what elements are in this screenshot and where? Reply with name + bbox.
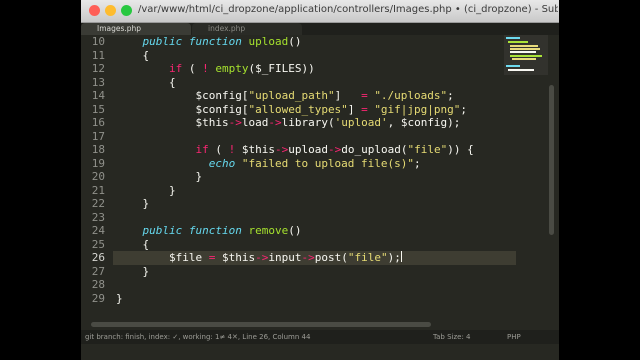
punctuation: ( bbox=[182, 62, 203, 75]
method: post( bbox=[314, 251, 348, 264]
punctuation: ; bbox=[447, 89, 454, 102]
brace: } bbox=[142, 197, 150, 210]
punctuation: , $config); bbox=[387, 116, 461, 129]
code-editor[interactable]: 10 11 12 13 14 15 16 17 18 19 20 21 22 2… bbox=[81, 35, 559, 324]
brace: } bbox=[116, 291, 123, 305]
tab-images-php[interactable]: Images.php bbox=[81, 23, 191, 35]
brace: { bbox=[168, 75, 176, 89]
horizontal-scrollbar-thumb[interactable] bbox=[91, 322, 431, 327]
vertical-scrollbar[interactable] bbox=[548, 35, 555, 324]
title-bar: /var/www/html/ci_dropzone/application/co… bbox=[81, 0, 559, 23]
operator: = bbox=[361, 102, 368, 116]
variable: $config[ bbox=[195, 89, 249, 102]
punctuation: ; bbox=[414, 156, 421, 170]
punctuation: )) { bbox=[447, 143, 474, 156]
code-line-current: $file = $this->input->post("file"); bbox=[113, 251, 516, 265]
close-window-button[interactable] bbox=[89, 5, 100, 16]
method: do_upload( bbox=[341, 143, 408, 156]
code-line: { bbox=[116, 76, 176, 90]
string: "allowed_types" bbox=[248, 102, 348, 116]
window-title: /var/www/html/ci_dropzone/application/co… bbox=[138, 4, 558, 15]
code-line: public function upload() bbox=[116, 35, 302, 49]
operator: -> bbox=[228, 116, 242, 129]
code-line: { bbox=[116, 48, 150, 63]
keyword: public bbox=[142, 35, 183, 48]
variable: $file bbox=[168, 251, 209, 264]
keyword: function bbox=[188, 35, 242, 48]
variable: $config[ bbox=[195, 102, 249, 116]
keyword-if: if bbox=[168, 62, 183, 75]
variable: $this bbox=[215, 251, 256, 264]
punctuation: ($_FILES)) bbox=[248, 62, 315, 75]
operator: -> bbox=[274, 143, 289, 156]
minimize-window-button[interactable] bbox=[105, 5, 116, 16]
tab-bar: Images.php index.php bbox=[81, 23, 559, 35]
punctuation: ( bbox=[208, 143, 229, 156]
punctuation: ] bbox=[347, 102, 362, 116]
brace: } bbox=[142, 264, 150, 278]
code-line: } bbox=[116, 184, 176, 198]
string: "gif|jpg|png" bbox=[374, 102, 461, 116]
function-name: remove bbox=[248, 224, 289, 237]
operator: -> bbox=[255, 251, 269, 264]
code-line: $config["allowed_types"] = "gif|jpg|png"… bbox=[116, 103, 467, 117]
vertical-scrollbar-thumb[interactable] bbox=[549, 85, 554, 235]
operator: -> bbox=[268, 116, 282, 129]
string: "upload_path" bbox=[248, 89, 335, 102]
code-line: } bbox=[116, 170, 202, 184]
keyword-if: if bbox=[195, 143, 209, 156]
keyword: function bbox=[188, 224, 242, 237]
function-name: upload bbox=[248, 35, 289, 48]
operator: = bbox=[361, 89, 368, 102]
code-line: { bbox=[116, 237, 150, 252]
operator: -> bbox=[301, 251, 315, 264]
string: 'upload' bbox=[334, 116, 388, 129]
method: library( bbox=[281, 116, 335, 129]
punctuation: () bbox=[288, 35, 302, 48]
string: "file" bbox=[347, 251, 388, 264]
status-tab-size[interactable]: Tab Size: 4 bbox=[433, 330, 470, 344]
minimap[interactable] bbox=[504, 35, 550, 105]
operator: -> bbox=[327, 143, 342, 156]
sublime-window: /var/www/html/ci_dropzone/application/co… bbox=[81, 0, 559, 360]
punctuation: ] bbox=[334, 89, 362, 102]
zoom-window-button[interactable] bbox=[121, 5, 132, 16]
brace: } bbox=[168, 183, 176, 197]
brace: { bbox=[142, 48, 150, 62]
punctuation: ); bbox=[387, 251, 401, 264]
brace: { bbox=[142, 237, 150, 251]
code-line: if ( ! empty($_FILES)) bbox=[116, 62, 315, 76]
string: "failed to upload file(s)" bbox=[241, 156, 415, 170]
code-line: echo "failed to upload file(s)"; bbox=[116, 157, 421, 171]
code-line: } bbox=[116, 197, 150, 211]
horizontal-scrollbar[interactable] bbox=[81, 321, 559, 328]
variable: $this bbox=[235, 143, 275, 156]
status-bar: git branch: finish, index: ✓, working: 1… bbox=[81, 330, 559, 344]
string: "file" bbox=[407, 143, 448, 156]
string: "./uploads" bbox=[374, 89, 448, 102]
code-line: $this->load->library('upload', $config); bbox=[116, 116, 460, 130]
punctuation: () bbox=[288, 224, 302, 237]
status-git-position: git branch: finish, index: ✓, working: 1… bbox=[85, 333, 311, 341]
code-line: public function remove() bbox=[116, 224, 302, 238]
brace: } bbox=[195, 170, 203, 183]
punctuation: ; bbox=[460, 102, 468, 116]
text-cursor bbox=[400, 251, 402, 262]
property: load bbox=[241, 116, 269, 129]
keyword-echo: echo bbox=[208, 156, 236, 170]
property: upload bbox=[288, 143, 328, 156]
code-area[interactable]: public function upload() { if ( ! empty(… bbox=[81, 35, 559, 324]
property: input bbox=[268, 251, 302, 264]
operator: ! bbox=[202, 62, 209, 75]
code-line: if ( ! $this->upload->do_upload("file"))… bbox=[116, 143, 474, 157]
code-line: $config["upload_path"] = "./uploads"; bbox=[116, 89, 454, 103]
variable: $this bbox=[195, 116, 229, 129]
code-line: } bbox=[116, 264, 150, 279]
function-call: empty bbox=[215, 62, 249, 75]
tab-index-php[interactable]: index.php bbox=[192, 23, 302, 35]
keyword: public bbox=[142, 224, 183, 237]
status-syntax[interactable]: PHP bbox=[507, 330, 521, 344]
code-line: } bbox=[116, 292, 123, 306]
